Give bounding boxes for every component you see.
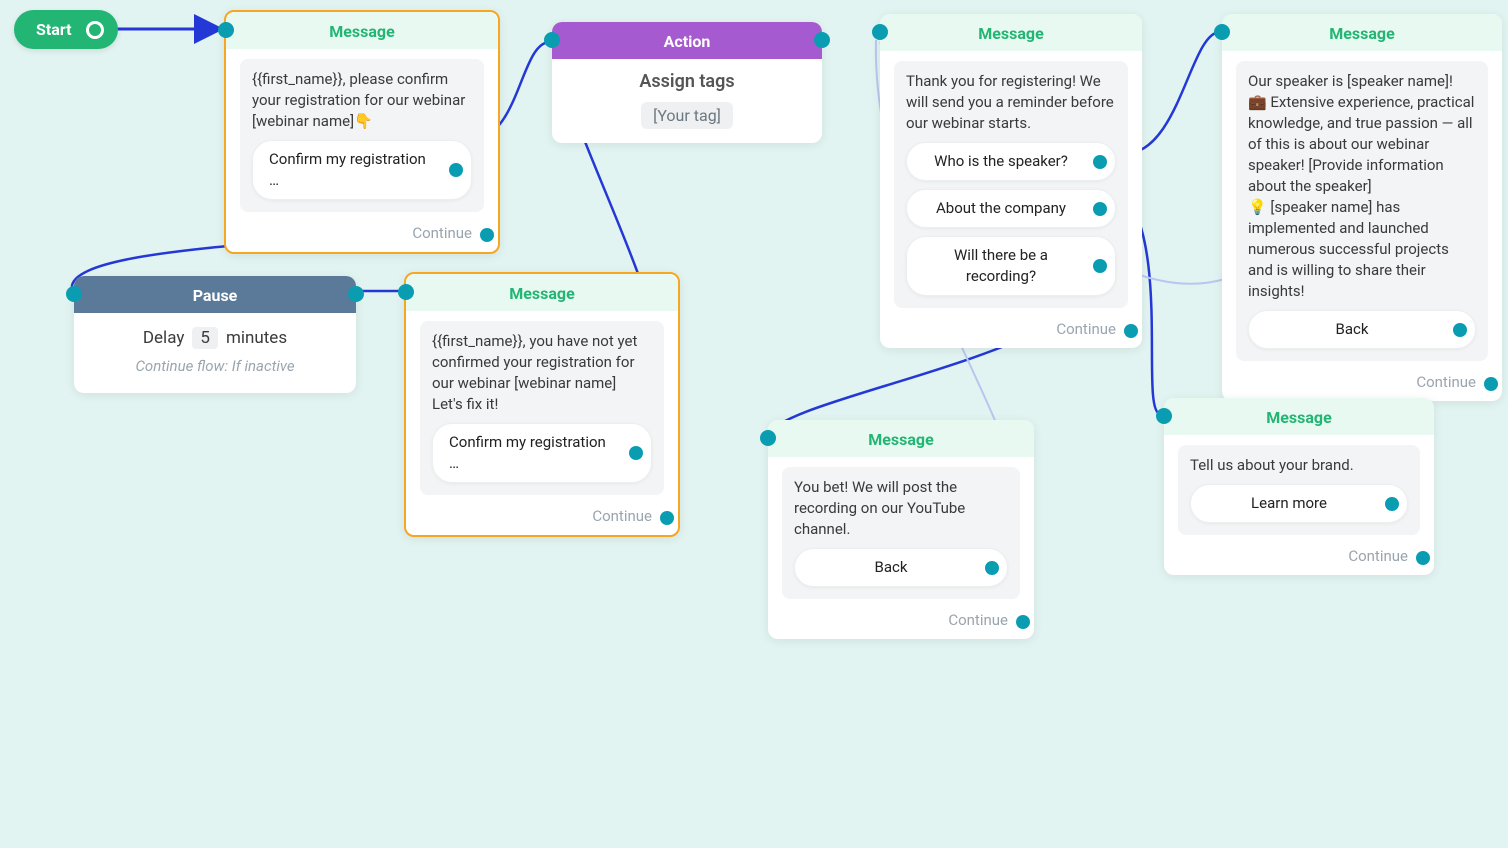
action-name: Assign tags bbox=[552, 71, 822, 92]
continue-link[interactable]: Continue bbox=[880, 314, 1142, 348]
action-node-assign-tags[interactable]: Action Assign tags [Your tag] bbox=[552, 22, 822, 143]
continue-out-port[interactable] bbox=[1124, 324, 1138, 338]
message-text: You bet! We will post the recording on o… bbox=[794, 477, 1008, 540]
node-title: Action bbox=[552, 22, 822, 59]
pause-condition: Continue flow: If inactive bbox=[86, 357, 344, 375]
in-port[interactable] bbox=[544, 32, 560, 48]
node-title: Message bbox=[880, 14, 1142, 51]
node-title: Message bbox=[768, 420, 1034, 457]
node-title: Message bbox=[406, 274, 678, 311]
message-text: {{first_name}}, you have not yet confirm… bbox=[432, 331, 652, 415]
reply-button-back[interactable]: Back bbox=[1248, 310, 1476, 349]
in-port[interactable] bbox=[218, 22, 234, 38]
reply-button-company[interactable]: About the company bbox=[906, 189, 1116, 228]
out-port[interactable] bbox=[814, 32, 830, 48]
node-title: Pause bbox=[74, 276, 356, 313]
node-title: Message bbox=[1222, 14, 1502, 51]
reply-button-back[interactable]: Back bbox=[794, 548, 1008, 587]
tag-value: [Your tag] bbox=[641, 102, 733, 129]
reply-button[interactable]: Confirm my registration … bbox=[252, 140, 472, 200]
continue-out-port[interactable] bbox=[480, 228, 494, 242]
continue-link[interactable]: Continue bbox=[226, 218, 498, 252]
message-text: {{first_name}}, please confirm your regi… bbox=[252, 69, 472, 132]
button-out-port[interactable] bbox=[1093, 155, 1107, 169]
start-out-port-icon[interactable] bbox=[86, 21, 104, 39]
continue-out-port[interactable] bbox=[1016, 615, 1030, 629]
button-out-port[interactable] bbox=[1093, 259, 1107, 273]
button-out-port[interactable] bbox=[1093, 202, 1107, 216]
button-out-port[interactable] bbox=[449, 163, 463, 177]
message-node-brand[interactable]: Message Tell us about your brand. Learn … bbox=[1164, 398, 1434, 575]
start-label: Start bbox=[36, 20, 72, 39]
continue-link[interactable]: Continue bbox=[1222, 367, 1502, 401]
button-out-port[interactable] bbox=[1453, 323, 1467, 337]
start-node[interactable]: Start bbox=[14, 10, 118, 49]
button-out-port[interactable] bbox=[985, 561, 999, 575]
out-port[interactable] bbox=[348, 286, 364, 302]
continue-link[interactable]: Continue bbox=[768, 605, 1034, 639]
message-node-confirm[interactable]: Message {{first_name}}, please confirm y… bbox=[224, 10, 500, 254]
reply-button-recording[interactable]: Will there be a recording? bbox=[906, 236, 1116, 296]
message-text: Our speaker is [speaker name]! 💼 Extensi… bbox=[1248, 71, 1476, 302]
reply-button-learn-more[interactable]: Learn more bbox=[1190, 484, 1408, 523]
reply-button-speaker[interactable]: Who is the speaker? bbox=[906, 142, 1116, 181]
continue-out-port[interactable] bbox=[1484, 377, 1498, 391]
message-text: Tell us about your brand. bbox=[1190, 455, 1408, 476]
message-node-not-confirmed[interactable]: Message {{first_name}}, you have not yet… bbox=[404, 272, 680, 537]
button-out-port[interactable] bbox=[629, 446, 643, 460]
message-node-thank-you[interactable]: Message Thank you for registering! We wi… bbox=[880, 14, 1142, 348]
pause-delay: Delay 5 minutes bbox=[86, 327, 344, 349]
in-port[interactable] bbox=[1156, 408, 1172, 424]
message-text: Thank you for registering! We will send … bbox=[906, 71, 1116, 134]
in-port[interactable] bbox=[398, 284, 414, 300]
in-port[interactable] bbox=[872, 24, 888, 40]
continue-link[interactable]: Continue bbox=[406, 501, 678, 535]
in-port[interactable] bbox=[1214, 24, 1230, 40]
message-node-recording[interactable]: Message You bet! We will post the record… bbox=[768, 420, 1034, 639]
message-node-speaker[interactable]: Message Our speaker is [speaker name]! 💼… bbox=[1222, 14, 1502, 401]
continue-link[interactable]: Continue bbox=[1164, 541, 1434, 575]
pause-node[interactable]: Pause Delay 5 minutes Continue flow: If … bbox=[74, 276, 356, 393]
continue-out-port[interactable] bbox=[660, 511, 674, 525]
reply-button[interactable]: Confirm my registration … bbox=[432, 423, 652, 483]
button-out-port[interactable] bbox=[1385, 497, 1399, 511]
node-title: Message bbox=[226, 12, 498, 49]
continue-out-port[interactable] bbox=[1416, 551, 1430, 565]
in-port[interactable] bbox=[760, 430, 776, 446]
in-port[interactable] bbox=[66, 286, 82, 302]
node-title: Message bbox=[1164, 398, 1434, 435]
